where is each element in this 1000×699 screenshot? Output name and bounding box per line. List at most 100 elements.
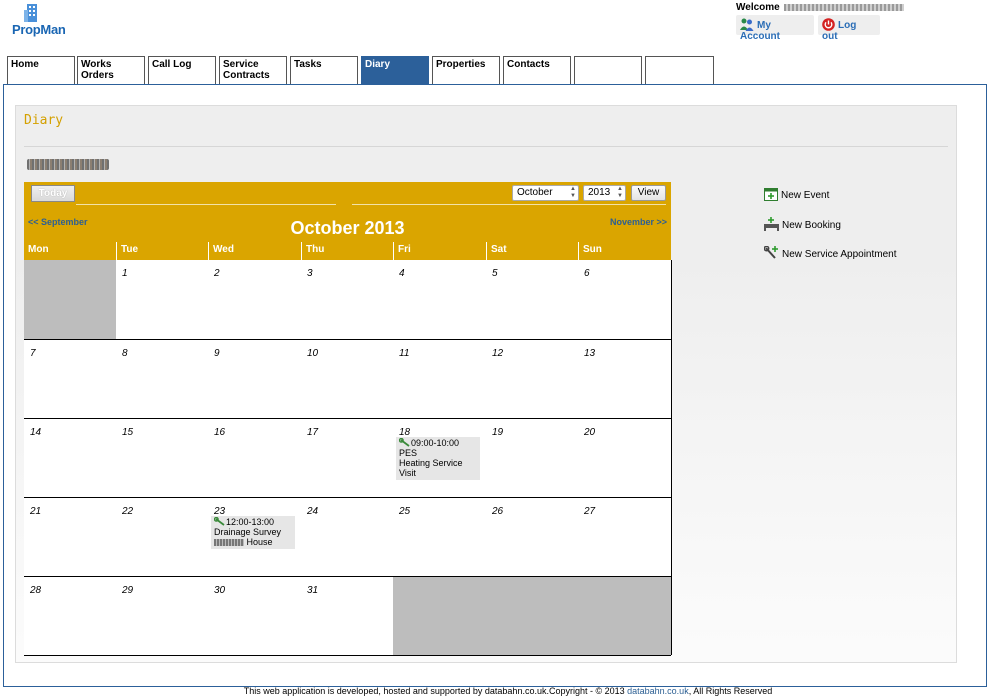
day-number: 4 bbox=[399, 268, 405, 279]
day-number: 15 bbox=[122, 427, 134, 438]
calendar-add-icon bbox=[764, 188, 778, 201]
weekday-label: Fri bbox=[393, 242, 486, 260]
calendar-day-cell[interactable]: 13 bbox=[578, 339, 672, 418]
today-button[interactable]: Today bbox=[31, 185, 75, 202]
new-service-appointment-label: New Service Appointment bbox=[782, 249, 897, 260]
day-number: 28 bbox=[30, 585, 42, 596]
calendar-day-cell[interactable]: 3 bbox=[301, 260, 394, 339]
building-icon bbox=[24, 4, 37, 22]
calendar-day-cell[interactable]: 19 bbox=[486, 418, 579, 497]
calendar-event[interactable]: 09:00-10:00 PES Heating Service Visit bbox=[396, 437, 480, 480]
footer-text-end: , All Rights Reserved bbox=[688, 686, 773, 696]
calendar-day-cell[interactable]: 29 bbox=[116, 576, 209, 655]
view-button[interactable]: View bbox=[631, 185, 666, 201]
calendar-day-cell[interactable]: 23 12:00-13:00 Drainage Survey House bbox=[208, 497, 302, 576]
tab-call-log[interactable]: Call Log bbox=[148, 56, 216, 84]
calendar-day-cell[interactable]: 14 bbox=[24, 418, 117, 497]
calendar-day-cell[interactable]: 12 bbox=[486, 339, 579, 418]
day-number: 5 bbox=[492, 268, 498, 279]
calendar-day-cell[interactable]: 18 09:00-10:00 PES Heating Service Visit bbox=[393, 418, 487, 497]
calendar-day-cell[interactable]: 25 bbox=[393, 497, 487, 576]
logout-button[interactable]: Log out bbox=[818, 15, 880, 42]
day-number: 20 bbox=[584, 427, 596, 438]
calendar-day-cell[interactable]: 1 bbox=[116, 260, 209, 339]
footer-text: This web application is developed, hoste… bbox=[243, 686, 628, 696]
calendar-day-cell[interactable]: 16 bbox=[208, 418, 302, 497]
spinner-arrows-icon: ▲ ▼ bbox=[570, 186, 576, 199]
calendar-day-cell[interactable]: 30 bbox=[208, 576, 302, 655]
weekday-label: Tue bbox=[116, 242, 209, 260]
day-number: 19 bbox=[492, 427, 504, 438]
new-booking-button[interactable]: New Booking bbox=[764, 217, 841, 231]
footer: This web application is developed, hoste… bbox=[0, 686, 1000, 696]
tab-works-orders[interactable]: Works Orders bbox=[77, 56, 145, 84]
footer-link[interactable]: databahn.co.uk bbox=[627, 686, 689, 696]
tools-add-icon bbox=[763, 245, 778, 259]
tab-home[interactable]: Home bbox=[7, 56, 75, 84]
app-name: PropMan bbox=[12, 22, 66, 37]
event-time: 12:00-13:00 bbox=[226, 517, 275, 527]
calendar-cell-empty bbox=[578, 576, 672, 655]
my-account-button[interactable]: My Account bbox=[736, 15, 814, 42]
day-number: 2 bbox=[214, 268, 220, 279]
calendar-day-cell[interactable]: 10 bbox=[301, 339, 394, 418]
calendar-day-cell[interactable]: 6 bbox=[578, 260, 672, 339]
new-service-appointment-button[interactable]: New Service Appointment bbox=[763, 245, 897, 260]
tab-service-contracts[interactable]: Service Contracts bbox=[219, 56, 287, 84]
day-number: 17 bbox=[307, 427, 319, 438]
calendar-day-cell[interactable]: 4 bbox=[393, 260, 487, 339]
calendar-day-cell[interactable]: 20 bbox=[578, 418, 672, 497]
spinner-arrows-icon: ▲ ▼ bbox=[617, 186, 623, 199]
tab-properties[interactable]: Properties bbox=[432, 56, 500, 84]
title-divider bbox=[24, 146, 948, 147]
day-number: 11 bbox=[399, 348, 410, 359]
page-title: Diary bbox=[24, 113, 64, 128]
tab-tasks[interactable]: Tasks bbox=[290, 56, 358, 84]
bed-add-icon bbox=[764, 217, 779, 231]
weekday-label: Mon bbox=[24, 242, 117, 260]
calendar-day-cell[interactable]: 27 bbox=[578, 497, 672, 576]
tab-diary[interactable]: Diary bbox=[361, 56, 429, 84]
month-select[interactable]: October ▲ ▼ bbox=[512, 185, 579, 201]
welcome-text: Welcome bbox=[736, 2, 904, 13]
propman-logo[interactable]: PropMan bbox=[12, 3, 72, 39]
calendar-day-cell[interactable]: 5 bbox=[486, 260, 579, 339]
users-icon bbox=[740, 18, 754, 31]
day-number: 27 bbox=[584, 506, 596, 517]
day-number: 30 bbox=[214, 585, 226, 596]
calendar-day-cell[interactable]: 31 bbox=[301, 576, 394, 655]
day-number: 21 bbox=[30, 506, 42, 517]
tab-blank-2[interactable] bbox=[645, 56, 714, 84]
property-name-redacted bbox=[27, 159, 109, 170]
month-select-value: October bbox=[517, 187, 553, 198]
tab-contacts[interactable]: Contacts bbox=[503, 56, 571, 84]
calendar-day-cell[interactable]: 24 bbox=[301, 497, 394, 576]
calendar-day-cell[interactable]: 26 bbox=[486, 497, 579, 576]
calendar-cell-empty bbox=[24, 260, 117, 339]
year-select[interactable]: 2013 ▲ ▼ bbox=[583, 185, 626, 201]
calendar-day-cell[interactable]: 2 bbox=[208, 260, 302, 339]
calendar-header: Today October ▲ ▼ 2013 ▲ ▼ View << Septemb… bbox=[24, 182, 671, 242]
calendar-day-cell[interactable]: 8 bbox=[116, 339, 209, 418]
calendar-day-cell[interactable]: 28 bbox=[24, 576, 117, 655]
calendar-day-cell[interactable]: 22 bbox=[116, 497, 209, 576]
day-number: 29 bbox=[122, 585, 134, 596]
day-number: 9 bbox=[214, 348, 220, 359]
calendar-day-cell[interactable]: 15 bbox=[116, 418, 209, 497]
day-number: 24 bbox=[307, 506, 319, 517]
day-number: 7 bbox=[30, 348, 36, 359]
day-number: 8 bbox=[122, 348, 128, 359]
day-number: 3 bbox=[307, 268, 313, 279]
calendar-day-cell[interactable]: 7 bbox=[24, 339, 117, 418]
day-number: 10 bbox=[307, 348, 319, 359]
calendar-day-cell[interactable]: 17 bbox=[301, 418, 394, 497]
year-select-value: 2013 bbox=[588, 187, 611, 198]
day-number: 22 bbox=[122, 506, 134, 517]
calendar-day-cell[interactable]: 9 bbox=[208, 339, 302, 418]
calendar-day-cell[interactable]: 11 bbox=[393, 339, 487, 418]
calendar-event[interactable]: 12:00-13:00 Drainage Survey House bbox=[211, 516, 295, 549]
event-location-redacted bbox=[214, 539, 244, 546]
calendar-day-cell[interactable]: 21 bbox=[24, 497, 117, 576]
tab-blank-1[interactable] bbox=[574, 56, 642, 84]
new-event-button[interactable]: New Event bbox=[764, 187, 829, 201]
